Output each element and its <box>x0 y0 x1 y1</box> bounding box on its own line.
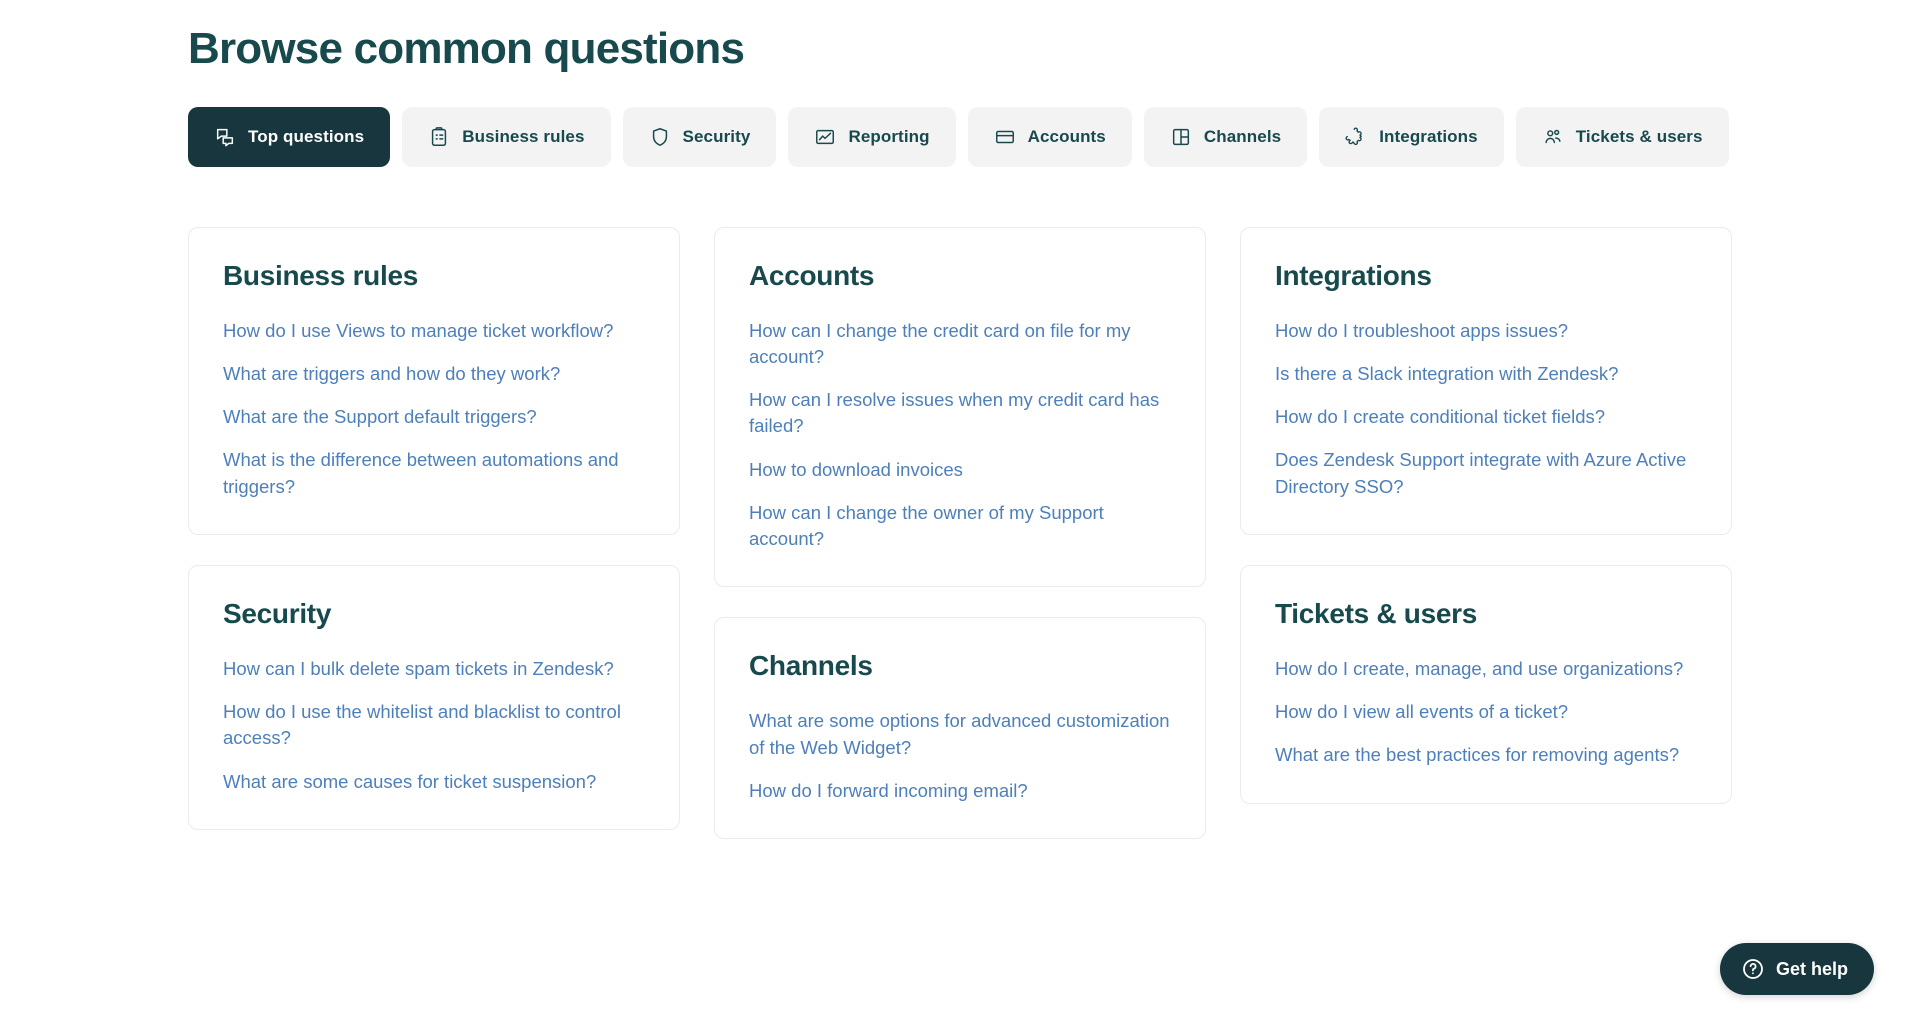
card-title: Business rules <box>223 260 645 292</box>
card-link-list: How do I create, manage, and use organiz… <box>1275 656 1697 769</box>
card-link[interactable]: How do I create conditional ticket field… <box>1275 404 1697 430</box>
card-title: Accounts <box>749 260 1171 292</box>
tab-security[interactable]: Security <box>623 107 777 167</box>
get-help-label: Get help <box>1776 959 1848 980</box>
puzzle-piece-icon <box>1345 126 1367 148</box>
tab-label: Accounts <box>1028 127 1106 147</box>
card-accounts: Accounts How can I change the credit car… <box>714 227 1206 588</box>
grid-column-2: Accounts How can I change the credit car… <box>714 227 1206 840</box>
card-link[interactable]: How do I create, manage, and use organiz… <box>1275 656 1697 682</box>
card-tickets-users: Tickets & users How do I create, manage,… <box>1240 565 1732 804</box>
tab-label: Security <box>683 127 751 147</box>
credit-card-icon <box>994 126 1016 148</box>
card-link[interactable]: How do I use Views to manage ticket work… <box>223 318 645 344</box>
card-link-list: How do I use Views to manage ticket work… <box>223 318 645 500</box>
grid-column-1: Business rules How do I use Views to man… <box>188 227 680 830</box>
clipboard-icon <box>428 126 450 148</box>
card-link[interactable]: How can I resolve issues when my credit … <box>749 387 1171 440</box>
card-link-list: What are some options for advanced custo… <box>749 708 1171 804</box>
card-link[interactable]: What are some options for advanced custo… <box>749 708 1171 761</box>
card-link[interactable]: What is the difference between automatio… <box>223 447 645 500</box>
category-tab-list: Top questions Business rules Security <box>188 107 1732 167</box>
card-integrations: Integrations How do I troubleshoot apps … <box>1240 227 1732 535</box>
chart-icon <box>814 126 836 148</box>
tab-integrations[interactable]: Integrations <box>1319 107 1504 167</box>
tab-label: Reporting <box>848 127 929 147</box>
grid-column-3: Integrations How do I troubleshoot apps … <box>1240 227 1732 804</box>
card-link-list: How do I troubleshoot apps issues? Is th… <box>1275 318 1697 500</box>
card-link-list: How can I bulk delete spam tickets in Ze… <box>223 656 645 795</box>
question-circle-icon <box>1741 957 1765 981</box>
card-link[interactable]: How do I forward incoming email? <box>749 778 1171 804</box>
speech-bubbles-icon <box>214 126 236 148</box>
tab-top-questions[interactable]: Top questions <box>188 107 390 167</box>
card-title: Integrations <box>1275 260 1697 292</box>
panels-icon <box>1170 126 1192 148</box>
card-security: Security How can I bulk delete spam tick… <box>188 565 680 830</box>
tab-accounts[interactable]: Accounts <box>968 107 1132 167</box>
tab-reporting[interactable]: Reporting <box>788 107 955 167</box>
tab-tickets-users[interactable]: Tickets & users <box>1516 107 1729 167</box>
card-business-rules: Business rules How do I use Views to man… <box>188 227 680 535</box>
card-link[interactable]: How do I troubleshoot apps issues? <box>1275 318 1697 344</box>
card-link[interactable]: What are the Support default triggers? <box>223 404 645 430</box>
page-title: Browse common questions <box>188 0 1732 75</box>
card-link[interactable]: What are the best practices for removing… <box>1275 742 1697 768</box>
card-link[interactable]: What are some causes for ticket suspensi… <box>223 769 645 795</box>
tab-label: Integrations <box>1379 127 1478 147</box>
card-link[interactable]: How can I bulk delete spam tickets in Ze… <box>223 656 645 682</box>
card-title: Tickets & users <box>1275 598 1697 630</box>
card-channels: Channels What are some options for advan… <box>714 617 1206 839</box>
shield-icon <box>649 126 671 148</box>
card-title: Channels <box>749 650 1171 682</box>
tab-label: Business rules <box>462 127 584 147</box>
card-link[interactable]: Is there a Slack integration with Zendes… <box>1275 361 1697 387</box>
question-card-grid: Business rules How do I use Views to man… <box>188 227 1732 840</box>
tab-label: Top questions <box>248 127 364 147</box>
tab-channels[interactable]: Channels <box>1144 107 1307 167</box>
card-link[interactable]: How do I view all events of a ticket? <box>1275 699 1697 725</box>
card-link[interactable]: Does Zendesk Support integrate with Azur… <box>1275 447 1697 500</box>
card-link[interactable]: How to download invoices <box>749 457 1171 483</box>
card-link-list: How can I change the credit card on file… <box>749 318 1171 553</box>
users-icon <box>1542 126 1564 148</box>
help-center-page: Browse common questions Top questions Bu… <box>0 0 1920 1013</box>
card-link[interactable]: How can I change the credit card on file… <box>749 318 1171 371</box>
tab-label: Tickets & users <box>1576 127 1703 147</box>
tab-label: Channels <box>1204 127 1281 147</box>
card-link[interactable]: What are triggers and how do they work? <box>223 361 645 387</box>
card-link[interactable]: How do I use the whitelist and blacklist… <box>223 699 645 752</box>
get-help-button[interactable]: Get help <box>1720 943 1874 995</box>
card-link[interactable]: How can I change the owner of my Support… <box>749 500 1171 553</box>
tab-business-rules[interactable]: Business rules <box>402 107 610 167</box>
card-title: Security <box>223 598 645 630</box>
